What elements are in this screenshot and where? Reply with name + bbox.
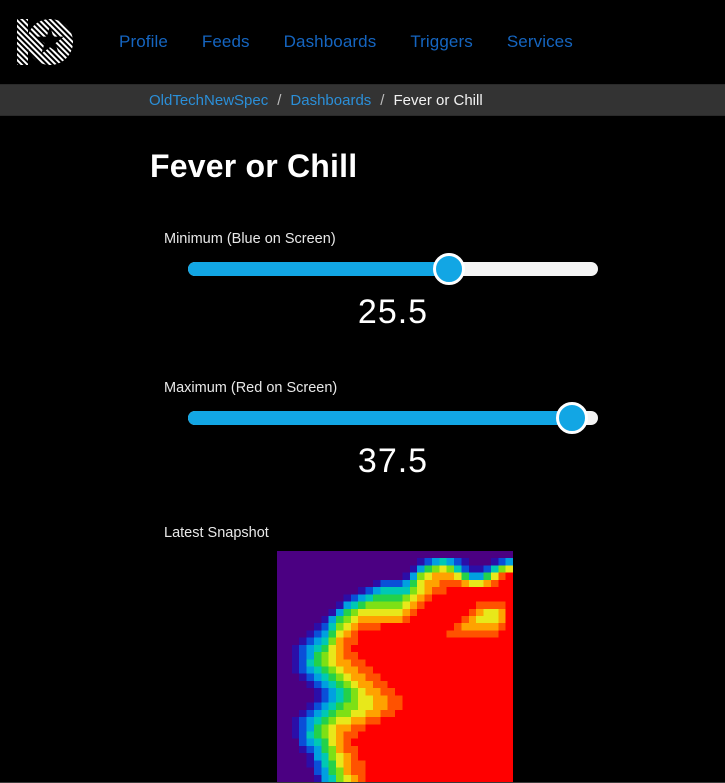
minimum-control-block: Minimum (Blue on Screen) 25.5 <box>164 231 725 332</box>
minimum-slider-value: 25.5 <box>357 293 429 331</box>
maximum-control-block: Maximum (Red on Screen) 37.5 <box>164 380 725 481</box>
minimum-slider-thumb[interactable] <box>433 253 466 285</box>
top-navbar: Profile Feeds Dashboards Triggers Servic… <box>0 0 725 84</box>
maximum-slider-label: Maximum (Red on Screen) <box>164 380 338 396</box>
minimum-slider[interactable] <box>188 253 598 285</box>
maximum-slider[interactable] <box>188 402 598 434</box>
breadcrumb-item-account[interactable]: OldTechNewSpec <box>149 92 268 109</box>
maximum-slider-thumb[interactable] <box>556 402 589 434</box>
thermal-heatmap-canvas <box>277 551 513 782</box>
dashboard-page: Profile Feeds Dashboards Triggers Servic… <box>0 0 725 783</box>
snapshot-block: Latest Snapshot <box>164 525 725 783</box>
nav-link-dashboards[interactable]: Dashboards <box>267 26 394 58</box>
breadcrumb-separator: / <box>277 91 282 109</box>
adafruit-io-logo[interactable] <box>12 11 74 73</box>
breadcrumb-separator: / <box>380 91 385 109</box>
thermal-camera-snapshot[interactable] <box>277 551 513 783</box>
breadcrumb-item-dashboards[interactable]: Dashboards <box>290 92 371 109</box>
nav-link-services[interactable]: Services <box>490 26 590 58</box>
nav-link-feeds[interactable]: Feeds <box>185 26 267 58</box>
nav-link-profile[interactable]: Profile <box>102 26 185 58</box>
breadcrumb: OldTechNewSpec / Dashboards / Fever or C… <box>0 84 725 116</box>
maximum-slider-fill <box>188 411 573 425</box>
nav-links: Profile Feeds Dashboards Triggers Servic… <box>102 26 590 58</box>
nav-link-triggers[interactable]: Triggers <box>393 26 490 58</box>
breadcrumb-item-current: Fever or Chill <box>393 91 483 109</box>
maximum-slider-value: 37.5 <box>357 442 429 480</box>
snapshot-label: Latest Snapshot <box>164 525 269 541</box>
adafruit-io-logo-icon <box>12 11 74 73</box>
page-body: Fever or Chill Minimum (Blue on Screen) … <box>0 116 725 783</box>
page-title: Fever or Chill <box>150 148 358 184</box>
minimum-slider-label: Minimum (Blue on Screen) <box>164 231 336 247</box>
minimum-slider-fill <box>188 262 450 276</box>
